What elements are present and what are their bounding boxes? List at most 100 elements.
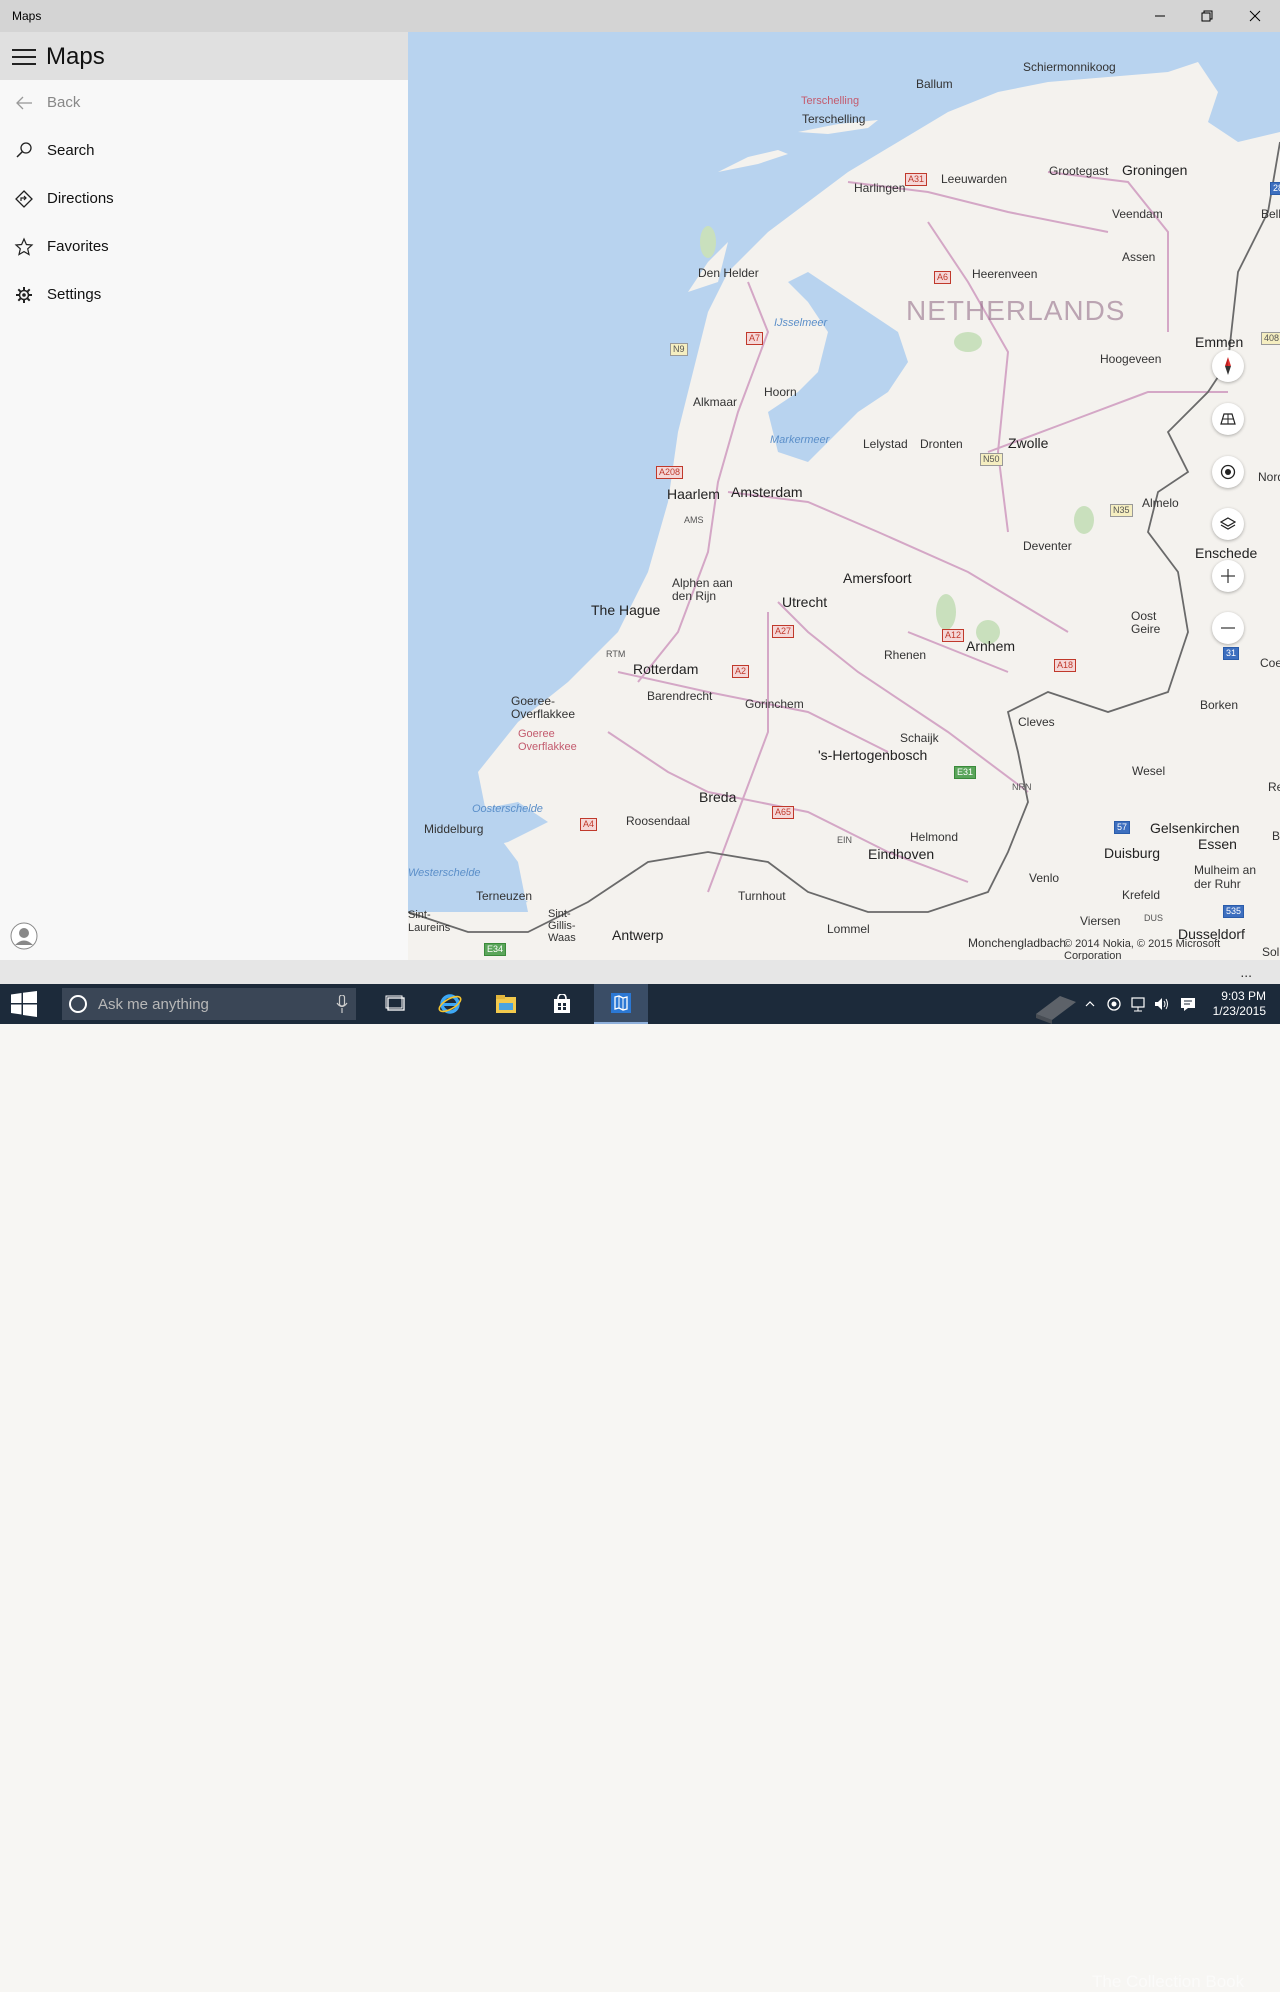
- place-label: Wesel: [1132, 764, 1166, 778]
- nav-search[interactable]: Search: [0, 128, 408, 176]
- place-label: Alkmaar: [693, 395, 738, 409]
- volume-icon[interactable]: [1154, 996, 1170, 1012]
- internet-explorer-button[interactable]: [426, 984, 474, 1024]
- road-shield: A31: [905, 173, 928, 186]
- road-shield: A208: [656, 466, 684, 479]
- place-label: Leeuwarden: [941, 172, 1008, 186]
- minimize-button[interactable]: [1137, 0, 1183, 32]
- place-label: Bell: [1261, 207, 1280, 221]
- clock-time: 9:03 PM: [1221, 989, 1266, 1003]
- compass-icon: [1225, 357, 1231, 375]
- restore-button[interactable]: [1184, 0, 1230, 32]
- road-shield: E31: [954, 766, 977, 779]
- road-shield: 57: [1114, 821, 1131, 834]
- compass-button[interactable]: [1212, 350, 1244, 382]
- star-icon: [14, 237, 34, 256]
- place-label: Breda: [699, 789, 737, 805]
- place-label: Venlo: [1029, 871, 1060, 885]
- place-label: Eindhoven: [868, 846, 935, 862]
- avatar-icon[interactable]: [10, 922, 38, 950]
- task-view-icon: [385, 995, 405, 1011]
- place-label: Barendrecht: [647, 689, 713, 703]
- place-label: Schiermonnikoog: [1023, 60, 1116, 74]
- clock-date: 1/23/2015: [1212, 1004, 1266, 1018]
- microphone-icon[interactable]: [336, 995, 348, 1013]
- nav-directions[interactable]: Directions: [0, 176, 408, 224]
- clock[interactable]: 9:03 PM 1/23/2015: [1213, 989, 1266, 1019]
- place-label: Essen: [1198, 836, 1237, 852]
- place-label: Sint-Laureins: [408, 909, 451, 934]
- back-arrow-icon: [16, 96, 32, 110]
- command-bar: ...: [0, 960, 1280, 984]
- location-tray-icon[interactable]: [1106, 996, 1122, 1012]
- place-label: Hoogeveen: [1100, 352, 1162, 366]
- road-shield: 535: [1223, 905, 1245, 918]
- place-label: B: [1272, 829, 1280, 843]
- network-icon[interactable]: [1130, 996, 1146, 1012]
- directions-icon: [15, 190, 33, 208]
- show-hidden-icons-icon[interactable]: [1084, 998, 1096, 1010]
- start-button[interactable]: [0, 984, 48, 1024]
- hamburger-menu-icon[interactable]: [12, 49, 36, 65]
- road-shield: 408: [1261, 332, 1280, 345]
- country-label: NETHERLANDS: [906, 295, 1126, 326]
- place-label: Groningen: [1122, 162, 1188, 178]
- nav-favorites[interactable]: Favorites: [0, 224, 408, 272]
- place-label: Turnhout: [738, 889, 786, 903]
- file-explorer-button[interactable]: [482, 984, 530, 1024]
- road-shield: N35: [1110, 504, 1133, 517]
- task-view-button[interactable]: [372, 984, 420, 1024]
- road-shield: A65: [772, 806, 795, 819]
- place-label: Rotterdam: [633, 661, 699, 677]
- place-label: Harlingen: [854, 181, 906, 195]
- place-label: Sint-Gillis-Waas: [548, 908, 576, 944]
- map-canvas[interactable]: NETHERLANDS Schiermonnikoog Ballum Tersc…: [408, 32, 1280, 960]
- close-button[interactable]: [1232, 0, 1278, 32]
- navigation-pane: Maps Back Search Directions Favorites Se…: [0, 32, 408, 960]
- place-label: Hoorn: [764, 385, 797, 399]
- road-shield: A7: [746, 332, 764, 345]
- layers-icon: [1220, 517, 1236, 530]
- place-label: Grootegast: [1049, 164, 1109, 178]
- road-shield: N50: [980, 453, 1003, 466]
- place-label: Cleves: [1018, 715, 1055, 729]
- place-label: Goeree Overflakkee: [518, 728, 577, 753]
- place-label: Roosendaal: [626, 814, 691, 828]
- place-label: Nordho: [1258, 470, 1280, 484]
- airport-label: RTM: [606, 649, 626, 659]
- nav-settings[interactable]: Settings: [0, 272, 408, 320]
- zoom-out-button[interactable]: [1212, 612, 1244, 644]
- zoom-in-button[interactable]: [1212, 560, 1244, 592]
- close-icon: [1249, 10, 1261, 22]
- nav-settings-label: Settings: [47, 286, 102, 303]
- road-shield: A6: [934, 271, 952, 284]
- store-button[interactable]: [538, 984, 586, 1024]
- watermark-text: The Collection Book: [1092, 1972, 1245, 1991]
- action-center-icon[interactable]: [1180, 996, 1196, 1012]
- 3d-view-button[interactable]: [1212, 403, 1244, 435]
- place-label: Lommel: [827, 922, 870, 936]
- internet-explorer-icon: [438, 994, 462, 1014]
- road-shield: N9: [670, 343, 688, 356]
- place-label: Gelsenkirchen: [1150, 820, 1240, 836]
- system-tray: [1030, 984, 1196, 1024]
- place-label: Almelo: [1142, 496, 1179, 510]
- book-watermark-icon: [1036, 996, 1076, 1024]
- road-shield: A12: [942, 629, 965, 642]
- place-label: Borken: [1200, 698, 1239, 712]
- map-layers-button[interactable]: [1212, 508, 1244, 540]
- nav-back[interactable]: Back: [0, 80, 408, 128]
- maps-taskbar-button[interactable]: [594, 984, 648, 1024]
- locate-me-button[interactable]: [1212, 456, 1244, 488]
- place-label: Den Helder: [698, 266, 759, 280]
- place-label: Terschelling: [802, 112, 866, 126]
- zoom-out-icon: [1221, 627, 1235, 629]
- nav-directions-label: Directions: [47, 190, 114, 207]
- road-shield: 31: [1223, 647, 1240, 660]
- cortana-search-box[interactable]: Ask me anything: [62, 988, 356, 1020]
- place-label: Enschede: [1195, 545, 1258, 561]
- place-label: Coe: [1260, 656, 1280, 670]
- windows-logo-icon: [11, 991, 37, 1017]
- more-options-button[interactable]: ...: [1240, 964, 1252, 980]
- place-label: Veendam: [1112, 207, 1163, 221]
